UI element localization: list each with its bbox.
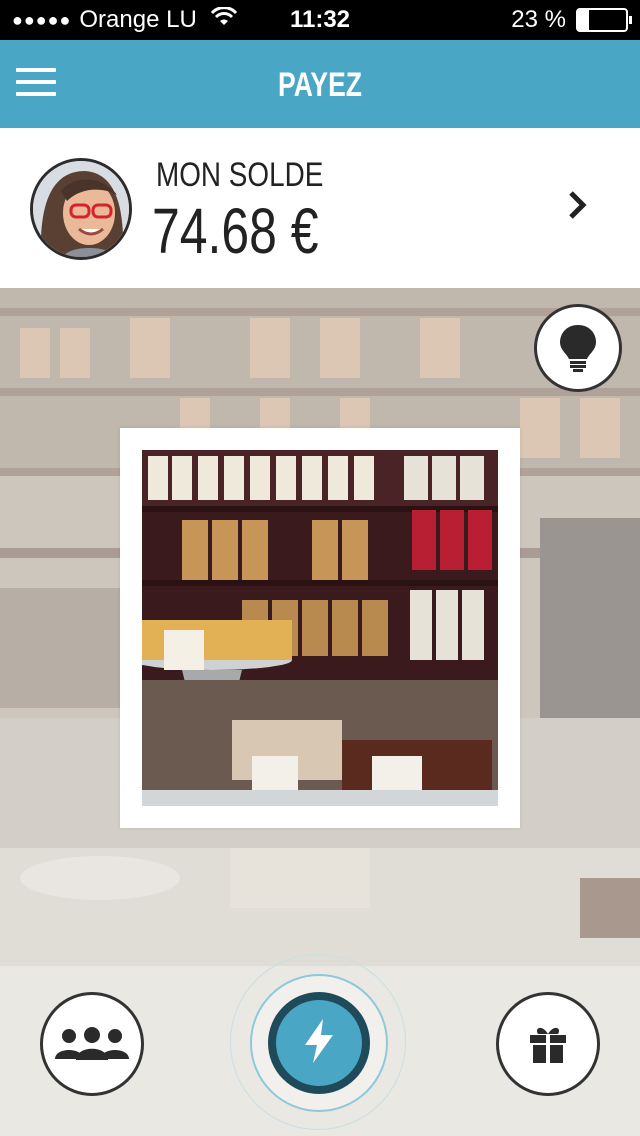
status-bar: ●●●●● Orange LU 11:32 23 % [0, 0, 640, 40]
merchant-photo-card [120, 428, 520, 828]
battery-percent: 23 % [511, 6, 566, 33]
battery-icon [576, 8, 632, 32]
balance-label: MON SOLDE [156, 156, 324, 194]
merchant-area [0, 288, 640, 966]
balance-card[interactable]: MON SOLDE 74.68 € [0, 128, 640, 288]
lightbulb-icon[interactable] [534, 304, 622, 392]
group-icon[interactable] [40, 992, 144, 1096]
gift-icon[interactable] [496, 992, 600, 1096]
battery-level [578, 10, 590, 30]
app-header: PAYEZ [0, 40, 640, 128]
merchant-photo [142, 450, 498, 806]
balance-amount: 74.68 € [152, 195, 319, 267]
chevron-right-icon[interactable] [562, 190, 592, 220]
avatar[interactable] [30, 158, 132, 260]
bottom-toolbar [0, 954, 640, 1136]
pay-button[interactable] [268, 992, 370, 1094]
hamburger-menu-icon[interactable] [16, 68, 56, 100]
lightning-bolt-icon [301, 1019, 337, 1067]
page-title: PAYEZ [277, 66, 363, 104]
